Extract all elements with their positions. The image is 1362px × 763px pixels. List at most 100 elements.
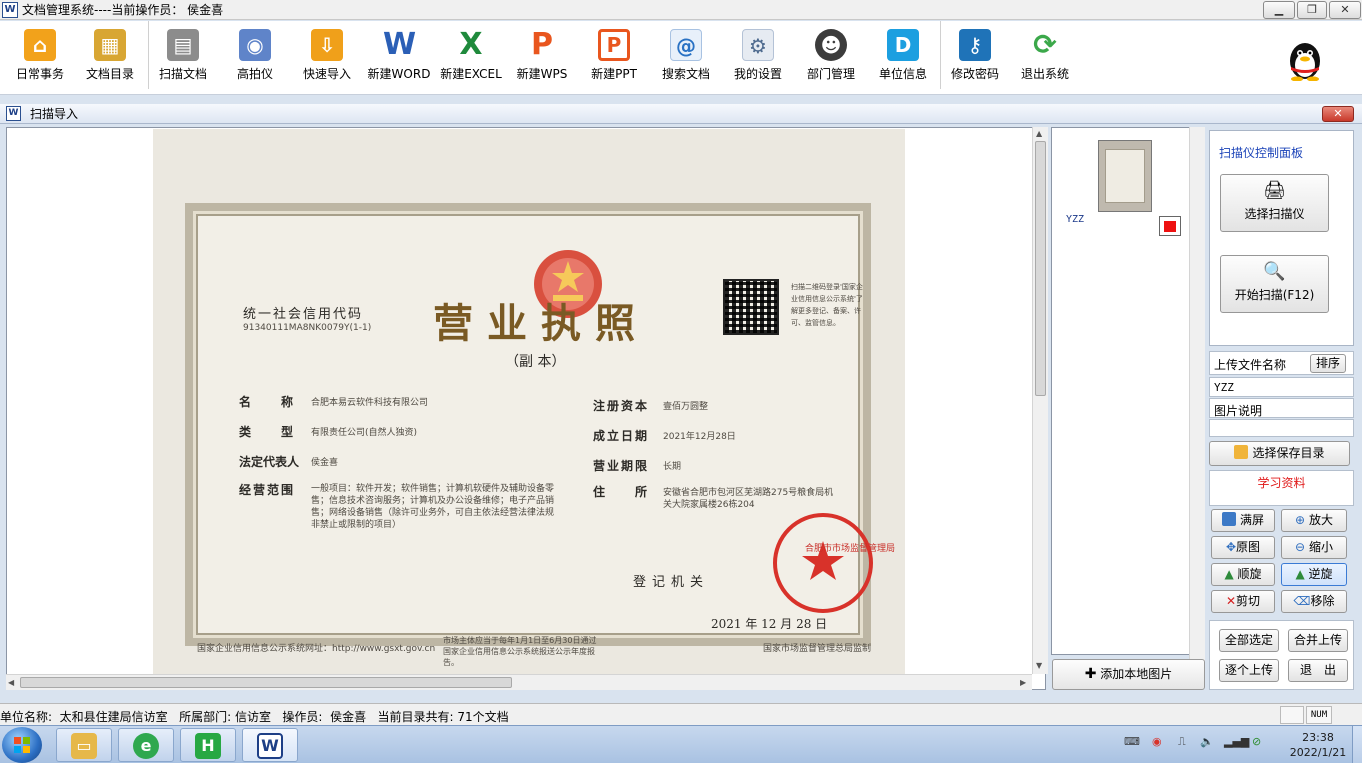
wps-icon: P [531,27,553,62]
title-bar: W 文档管理系统----当前操作员： 侯金喜 ▁ ❐ ✕ [0,0,1362,20]
sort-button[interactable]: 排序 [1310,354,1346,373]
fit-screen-label: 满屏 [1239,513,1264,527]
toolbar-separator [148,21,149,89]
scroll-left-icon[interactable]: ◀ [8,678,14,687]
original-size-label: 原图 [1236,540,1261,554]
qq-penguin-icon[interactable] [1285,37,1325,82]
usb-icon[interactable]: ⎍ [1178,735,1186,749]
scroll-thumb[interactable] [20,677,512,688]
scroll-down-icon[interactable]: ▼ [1036,661,1042,670]
toolbar-search-doc[interactable]: @ 搜索文档 [654,27,718,89]
remove-button[interactable]: ⌫移除 [1281,590,1347,613]
upload-name-input[interactable]: YZZ [1209,377,1354,397]
toolbar-new-excel[interactable]: X 新建EXCEL [437,27,505,89]
keyboard-icon[interactable]: ⌨ [1124,735,1140,748]
image-desc-input[interactable] [1209,419,1354,437]
minimize-button[interactable]: ▁ [1263,1,1295,19]
field-label: 经营范围 [239,483,296,497]
original-size-button[interactable]: ✥原图 [1211,536,1275,559]
zoom-in-icon: ⊕ [1295,513,1306,527]
clock-time: 23:38 [1302,731,1334,744]
start-button[interactable] [2,727,42,763]
toolbar-exit-system[interactable]: ⟳ 退出系统 [1013,27,1077,89]
fit-screen-button[interactable]: 满屏 [1211,509,1275,532]
toolbar-unit-info[interactable]: D 单位信息 [871,27,935,89]
taskbar-explorer[interactable]: ▭ [56,728,112,762]
taskbar-doc-manager[interactable]: W [242,728,298,762]
field-value: 一般项目：软件开发；软件销售；计算机软硬件及辅助设备零售；信息技术咨询服务；计算… [311,484,555,530]
toolbar-doc-catalog[interactable]: ▦ 文档目录 [78,27,142,89]
zoom-in-button[interactable]: ⊕ 放大 [1281,509,1347,532]
merge-upload-button[interactable]: 合并上传 [1288,629,1348,652]
rotate-clockwise-button[interactable]: ▲ 顺旋 [1211,563,1275,586]
qr-note: 扫描二维码登录'国家企业信用信息公示系统'了解更多登记、备案、许可、监管信息。 [791,283,863,327]
toolbar-new-ppt[interactable]: P 新建PPT [582,27,646,89]
word-icon: W [383,27,417,62]
seal-text: 合肥市市场监督管理局 [805,544,896,554]
thumbnail-image[interactable] [1098,140,1152,212]
credit-code-label: 统一社会信用代码 [243,307,364,322]
preview-vertical-scrollbar[interactable]: ▲ ▼ [1032,127,1048,674]
toolbar-new-wps[interactable]: P 新建WPS [510,27,574,89]
image-preview-pane[interactable]: 统一社会信用代码 91340111MA8NK0079Y(1-1) 营业执照 （副… [6,127,1046,690]
start-scan-button[interactable]: 🔍 开始扫描(F12) [1220,255,1329,313]
toolbar-dept-mgmt[interactable]: ☻ 部门管理 [799,27,863,89]
toolbar-label: 文档目录 [85,67,134,81]
field-label: 营业期限 [593,459,650,473]
taskbar: ▭ e H W ⌨ ◉ ⎍ 🔈 ▂▄▆ ⊘ 23:38 2022/1/21 [0,725,1362,763]
toolbar-quick-import[interactable]: ⇩ 快速导入 [295,27,359,89]
system-clock[interactable]: 23:38 2022/1/21 [1276,730,1360,760]
select-all-button[interactable]: 全部选定 [1219,629,1279,652]
preview-horizontal-scrollbar[interactable]: ◀ ▶ [6,674,1032,690]
thumbnail-list[interactable]: YZZ [1051,127,1205,655]
toolbar-daily-affairs[interactable]: ⌂ 日常事务 [8,27,72,89]
zoom-out-button[interactable]: ⊖ 缩小 [1281,536,1347,559]
add-local-image-button[interactable]: ✚ 添加本地图片 [1052,659,1205,690]
chrome-icon[interactable]: ◉ [1152,735,1162,748]
toolbar-high-camera[interactable]: ◉ 高拍仪 [223,27,287,89]
volume-icon[interactable]: 🔈 [1200,735,1214,748]
toolbar-label: 退出系统 [1020,67,1069,81]
upload-each-button[interactable]: 逐个上传 [1219,659,1279,682]
panel-title: 扫描仪控制面板 [1219,146,1304,160]
thumbnail-name: YZZ [1066,214,1085,225]
toolbar-label: 扫描文档 [158,67,207,81]
restore-button[interactable]: ❐ [1297,1,1327,19]
toolbar-scan-doc[interactable]: ▤ 扫描文档 [151,27,215,89]
app-logo-icon: W [2,2,18,18]
rotate-counterclockwise-label: 逆旋 [1308,567,1333,581]
field-value: 长期 [663,462,682,472]
thumbnail-checkbox[interactable] [1159,216,1181,236]
qr-code [723,279,779,335]
taskbar-browser[interactable]: e [118,728,174,762]
scroll-right-icon[interactable]: ▶ [1020,678,1026,687]
crop-button[interactable]: ✕剪切 [1211,590,1275,613]
zoom-in-label: 放大 [1308,513,1333,527]
show-desktop-button[interactable] [1352,726,1362,763]
toolbar-my-settings[interactable]: ⚙ 我的设置 [726,27,790,89]
ppt-icon: P [598,29,630,61]
zoom-out-icon: ⊖ [1295,540,1306,554]
scroll-up-icon[interactable]: ▲ [1036,129,1042,138]
thumbnail-vertical-scrollbar[interactable]: ▼ [1189,127,1205,674]
subwindow-close-button[interactable]: ✕ [1322,106,1354,122]
select-scanner-button[interactable]: 🖨 选择扫描仪 [1220,174,1329,232]
toolbar-label: 修改密码 [950,67,999,81]
taskbar-h-app[interactable]: H [180,728,236,762]
scroll-thumb[interactable] [1035,141,1046,396]
network-icon[interactable]: ▂▄▆ [1224,735,1249,748]
rotate-counterclockwise-button[interactable]: ▲ 逆旋 [1281,563,1347,586]
import-folder-icon: ⇩ [311,29,343,61]
field-label: 法定代表人 [239,455,300,469]
clock-date: 2022/1/21 [1289,746,1347,759]
toolbar-new-word[interactable]: W 新建WORD [366,27,432,89]
remove-label: 移除 [1310,594,1335,608]
toolbar-change-password[interactable]: ⚷ 修改密码 [943,27,1007,89]
exit-button[interactable]: 退 出 [1288,659,1348,682]
plus-icon: ✚ [1084,666,1097,682]
select-save-dir-button[interactable]: 选择保存目录 [1209,441,1350,466]
close-button[interactable]: ✕ [1329,1,1361,19]
save-dir-value: 学习资料 [1257,476,1306,490]
scan-import-window-bar: W 扫描导入 ✕ [0,104,1362,124]
security-icon[interactable]: ⊘ [1252,735,1261,748]
